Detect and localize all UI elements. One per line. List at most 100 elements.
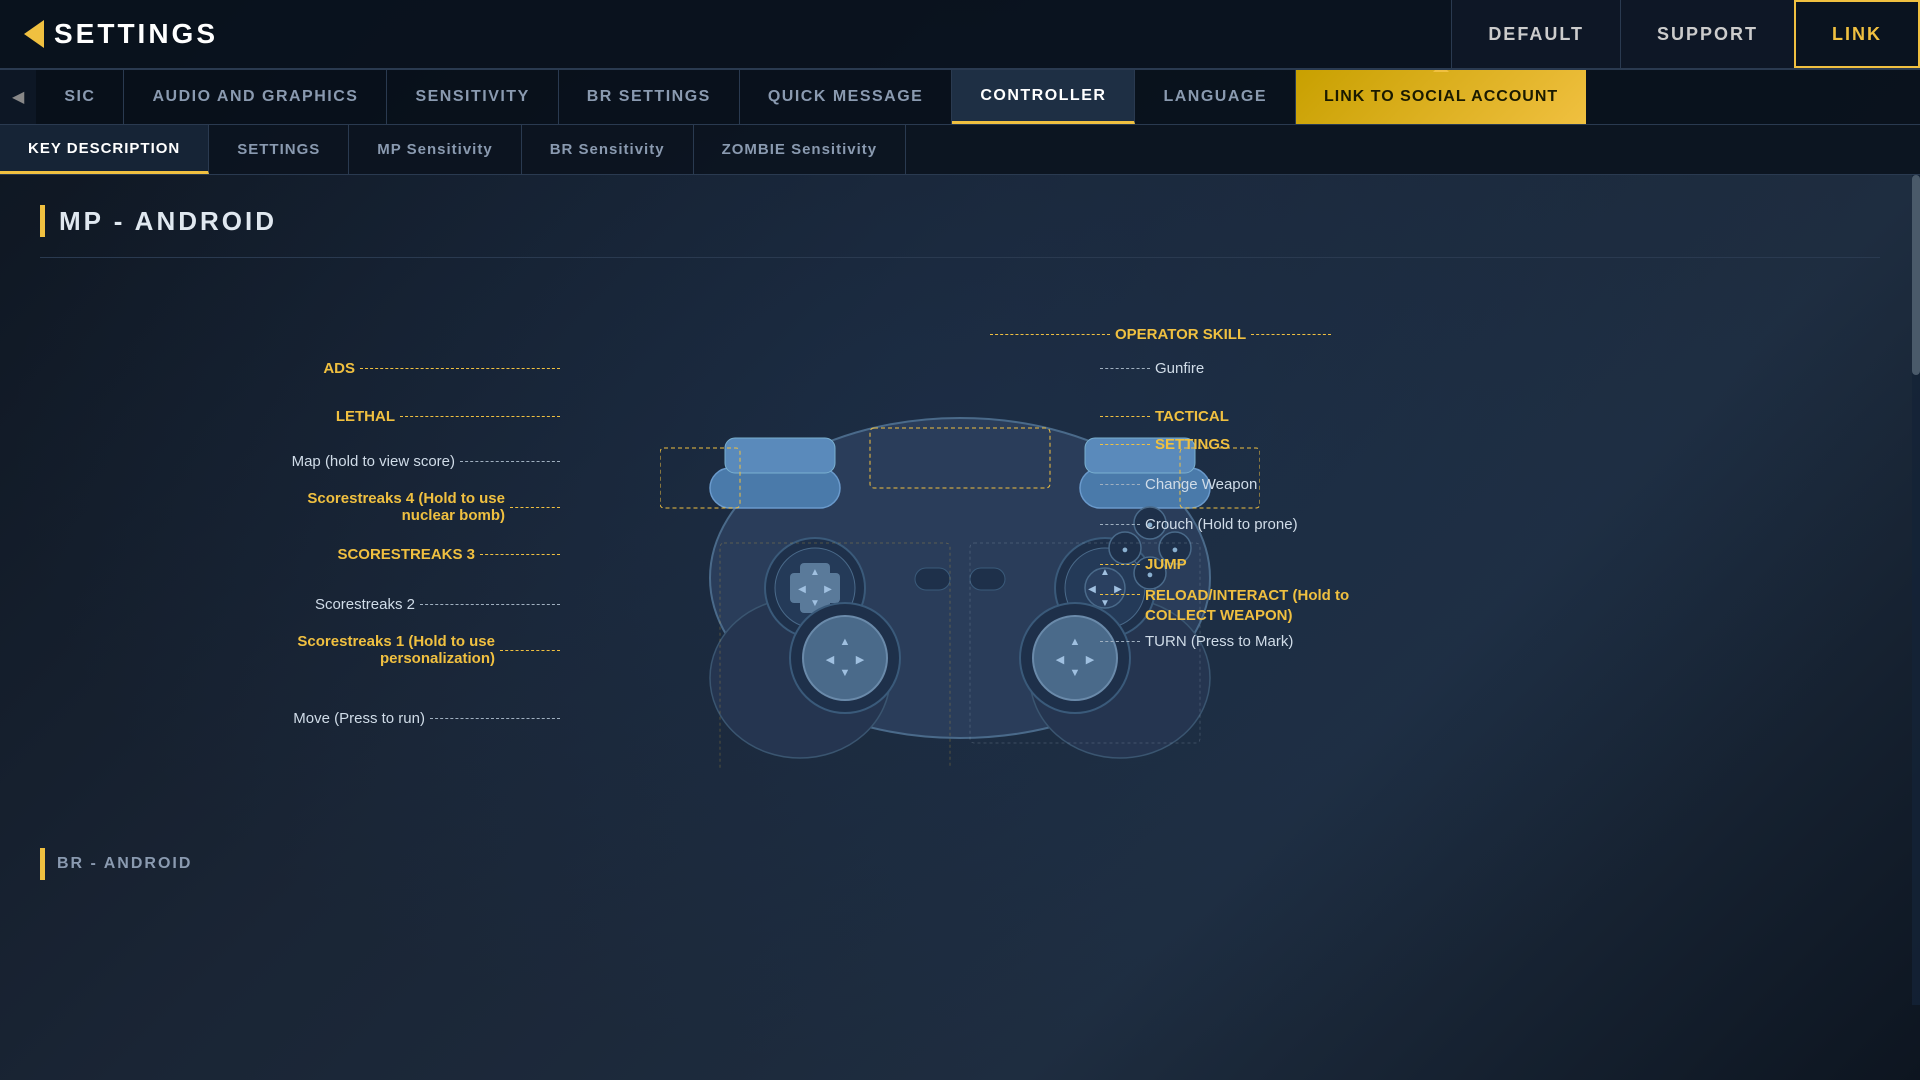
- label-op-skill: OPERATOR SKILL: [990, 326, 1331, 343]
- tab-br[interactable]: BR SETTINGS: [559, 70, 740, 124]
- svg-text:▶: ▶: [1086, 654, 1095, 666]
- gunfire-text: Gunfire: [1155, 360, 1204, 377]
- nav-tabs: ◀ SIC AUDIO AND GRAPHICS SENSITIVITY BR …: [0, 70, 1920, 125]
- lethal-text: LETHAL: [336, 408, 395, 425]
- section-title-text: MP - ANDROID: [59, 206, 277, 237]
- sub-tabs: KEY DESCRIPTION SETTINGS MP Sensitivity …: [0, 125, 1920, 175]
- lethal-line: [400, 416, 560, 417]
- move-line: [430, 718, 560, 719]
- header-bar: SETTINGS DEFAULT SUPPORT LINK: [0, 0, 1920, 70]
- subtab-br-sensitivity[interactable]: BR Sensitivity: [522, 125, 694, 174]
- turn-line: [1100, 641, 1140, 642]
- controller-diagram: ▲ ▼ ◀ ▶ ▲ ▼ ◀ ▶ ▲ ▼ ◀: [40, 278, 1880, 838]
- ss3-text: SCORESTREAKS 3: [337, 546, 475, 563]
- svg-text:▲: ▲: [840, 636, 851, 648]
- op-skill-text: OPERATOR SKILL: [1115, 326, 1246, 343]
- settings-r-line: [1100, 444, 1150, 445]
- crouch-line: [1100, 524, 1140, 525]
- svg-text:●: ●: [1172, 544, 1179, 556]
- label-crouch: Crouch (Hold to prone): [1100, 516, 1298, 533]
- svg-text:▼: ▼: [1070, 667, 1081, 679]
- ads-text: ADS: [323, 360, 355, 377]
- label-gunfire: Gunfire: [1100, 360, 1204, 377]
- label-ss3: SCORESTREAKS 3: [60, 546, 560, 563]
- move-text: Move (Press to run): [293, 710, 425, 727]
- svg-text:◀: ◀: [1088, 584, 1096, 595]
- label-ss1: Scorestreaks 1 (Hold to use personalizat…: [60, 633, 560, 667]
- reload-text: RELOAD/INTERACT (Hold to COLLECT WEAPON): [1145, 586, 1405, 625]
- support-button[interactable]: SUPPORT: [1620, 0, 1794, 68]
- tactical-text: TACTICAL: [1155, 408, 1229, 425]
- label-map: Map (hold to view score): [60, 453, 560, 470]
- main-content: MP - ANDROID: [0, 175, 1920, 1080]
- svg-text:▶: ▶: [824, 584, 832, 595]
- map-line: [460, 461, 560, 462]
- tab-controller[interactable]: CONTROLLER: [952, 70, 1135, 124]
- label-ss4: Scorestreaks 4 (Hold to use nuclear bomb…: [60, 490, 560, 524]
- label-tactical: TACTICAL: [1100, 408, 1229, 425]
- svg-text:▲: ▲: [810, 567, 820, 578]
- subtab-key-description[interactable]: KEY DESCRIPTION: [0, 125, 209, 174]
- ss2-line: [420, 604, 560, 605]
- tab-language[interactable]: LANGUAGE: [1135, 70, 1296, 124]
- label-ss2: Scorestreaks 2: [60, 596, 560, 613]
- tab-quickmsg[interactable]: QUICK MESSAGE: [740, 70, 953, 124]
- scrollbar-thumb[interactable]: [1912, 175, 1920, 375]
- settings-r-text: SETTINGS: [1155, 436, 1230, 453]
- reload-line: [1100, 594, 1140, 595]
- bottom-section-hint: BR - ANDROID: [40, 848, 1880, 880]
- svg-text:◀: ◀: [1056, 654, 1065, 666]
- label-move: Move (Press to run): [60, 710, 560, 727]
- svg-text:▼: ▼: [840, 667, 851, 679]
- nav-scroll-left[interactable]: ◀: [0, 70, 36, 124]
- subtab-zombie-sensitivity[interactable]: ZOMBIE Sensitivity: [694, 125, 907, 174]
- cw-line: [1100, 484, 1140, 485]
- ads-line: [360, 368, 560, 369]
- ss1-line: [500, 650, 560, 651]
- jump-text: JUMP: [1145, 556, 1187, 573]
- bottom-hint-text: BR - ANDROID: [57, 855, 192, 873]
- ss2-text: Scorestreaks 2: [315, 596, 415, 613]
- label-jump: JUMP: [1100, 556, 1187, 573]
- jump-line: [1100, 564, 1140, 565]
- back-arrow-icon: [24, 20, 44, 48]
- svg-text:▲: ▲: [1070, 636, 1081, 648]
- default-button[interactable]: DEFAULT: [1451, 0, 1620, 68]
- label-reload: RELOAD/INTERACT (Hold to COLLECT WEAPON): [1100, 586, 1405, 625]
- header-buttons: DEFAULT SUPPORT LINK: [1451, 0, 1920, 68]
- turn-text: TURN (Press to Mark): [1145, 633, 1293, 650]
- ss1-text: Scorestreaks 1 (Hold to use personalizat…: [265, 633, 495, 667]
- tab-basic[interactable]: SIC: [36, 70, 124, 124]
- ss4-text: Scorestreaks 4 (Hold to use nuclear bomb…: [265, 490, 505, 524]
- page-title: SETTINGS: [54, 18, 218, 50]
- crouch-text: Crouch (Hold to prone): [1145, 516, 1298, 533]
- tab-audio[interactable]: AUDIO AND GRAPHICS: [124, 70, 387, 124]
- map-text: Map (hold to view score): [292, 453, 455, 470]
- subtab-mp-sensitivity[interactable]: MP Sensitivity: [349, 125, 521, 174]
- svg-text:◀: ◀: [826, 654, 835, 666]
- label-turn: TURN (Press to Mark): [1100, 633, 1293, 650]
- ss3-line: [480, 554, 560, 555]
- svg-text:◀: ◀: [798, 584, 806, 595]
- op-skill-line-left: [990, 334, 1110, 335]
- label-ads: ADS: [60, 360, 560, 377]
- subtab-settings[interactable]: SETTINGS: [209, 125, 349, 174]
- ss4-line: [510, 507, 560, 508]
- svg-text:●: ●: [1122, 544, 1129, 556]
- tab-sensitivity[interactable]: SENSITIVITY: [387, 70, 558, 124]
- tactical-line: [1100, 416, 1150, 417]
- label-change-weapon: Change Weapon: [1100, 476, 1257, 493]
- section-title: MP - ANDROID: [40, 205, 1880, 237]
- tab-link-social[interactable]: LINK TO SOCIAL ACCOUNT: [1296, 70, 1586, 124]
- op-skill-line-right: [1251, 334, 1331, 335]
- section-title-accent: [40, 205, 45, 237]
- back-button[interactable]: SETTINGS: [0, 0, 242, 68]
- link-button[interactable]: LINK: [1794, 0, 1920, 68]
- scrollbar[interactable]: [1912, 175, 1920, 1005]
- bottom-accent: [40, 848, 45, 880]
- svg-text:▼: ▼: [810, 598, 820, 609]
- label-lethal: LETHAL: [60, 408, 560, 425]
- svg-text:▶: ▶: [856, 654, 865, 666]
- gunfire-line: [1100, 368, 1150, 369]
- section-divider: [40, 257, 1880, 258]
